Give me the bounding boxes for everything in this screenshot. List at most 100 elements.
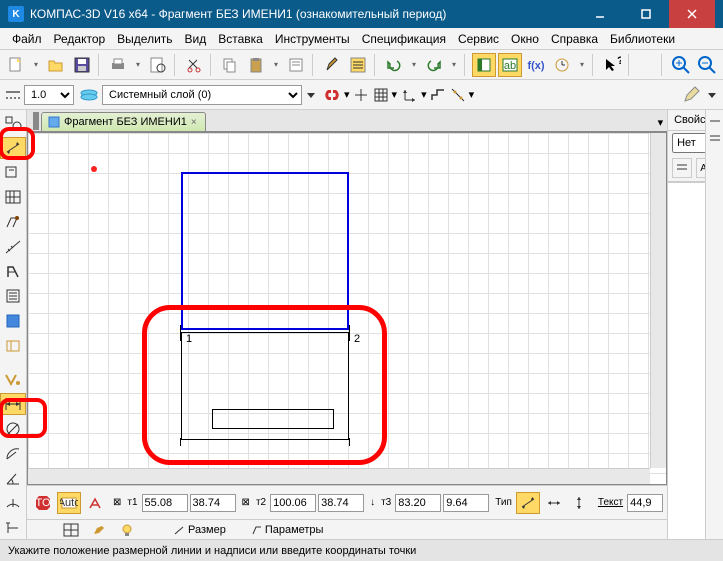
snap-dropdown[interactable]: ▾: [344, 88, 350, 101]
geom-tool[interactable]: [0, 112, 26, 134]
bt-grid-button[interactable]: [63, 523, 79, 537]
copy-button[interactable]: [218, 53, 242, 77]
paste-button[interactable]: [244, 53, 268, 77]
print-button[interactable]: [106, 53, 130, 77]
layer-select[interactable]: Системный слой (0): [102, 85, 302, 105]
undo-button[interactable]: [382, 53, 406, 77]
menu-select[interactable]: Выделить: [111, 30, 178, 48]
help-cursor-button[interactable]: ?: [600, 53, 624, 77]
hscrollbar[interactable]: [28, 468, 650, 484]
rbar-icon1[interactable]: [708, 114, 722, 128]
menu-file[interactable]: Файл: [6, 30, 48, 48]
zoom-out-button[interactable]: [695, 53, 719, 77]
undo-dropdown[interactable]: ▾: [408, 60, 420, 69]
bt-tab-params[interactable]: Параметры: [244, 522, 330, 538]
menu-libs[interactable]: Библиотеки: [604, 30, 681, 48]
new-dropdown[interactable]: ▾: [30, 60, 42, 69]
text-label[interactable]: Текст: [596, 497, 625, 508]
report-tool[interactable]: [0, 310, 26, 332]
open-button[interactable]: [44, 53, 68, 77]
dimtype1-button[interactable]: [516, 492, 540, 514]
rbar-icon2[interactable]: [708, 132, 722, 146]
arcdim-tool[interactable]: [0, 492, 26, 514]
redo-dropdown[interactable]: ▾: [448, 60, 460, 69]
snap-button[interactable]: [322, 86, 342, 104]
param-tool[interactable]: [0, 261, 26, 283]
t3x-input[interactable]: [395, 494, 441, 512]
stop-button[interactable]: STOP: [31, 492, 55, 514]
fx-button[interactable]: f(x): [524, 53, 548, 77]
edit-icon[interactable]: [681, 85, 703, 105]
lineardim-tool[interactable]: [0, 393, 26, 415]
redo-button[interactable]: [422, 53, 446, 77]
menu-edit[interactable]: Редактор: [48, 30, 112, 48]
angdim-tool[interactable]: [0, 468, 26, 490]
print-dropdown[interactable]: ▾: [132, 60, 144, 69]
menu-window[interactable]: Окно: [505, 30, 545, 48]
bt-lamp-button[interactable]: [119, 523, 135, 537]
heightdim-tool[interactable]: [0, 517, 26, 539]
vscrollbar[interactable]: [650, 133, 666, 468]
step-button[interactable]: [429, 86, 447, 104]
save-button[interactable]: [70, 53, 94, 77]
local-cs-button[interactable]: [401, 86, 419, 104]
menu-spec[interactable]: Спецификация: [356, 30, 452, 48]
coords-tool[interactable]: [0, 186, 26, 208]
raddim-tool[interactable]: [0, 443, 26, 465]
round-button[interactable]: [449, 86, 467, 104]
props-cat-button[interactable]: [672, 158, 692, 178]
t1y-input[interactable]: [190, 494, 236, 512]
t2y-input[interactable]: [318, 494, 364, 512]
doc-tab[interactable]: Фрагмент БЕЗ ИМЕНИ1 ×: [41, 112, 206, 131]
t3y-input[interactable]: [443, 494, 489, 512]
doc-tab-close[interactable]: ×: [191, 117, 197, 128]
tab-handle[interactable]: [33, 112, 39, 130]
diamdim-tool[interactable]: [0, 418, 26, 440]
bt-brush-button[interactable]: [91, 523, 107, 537]
measure-tool[interactable]: [0, 236, 26, 258]
ortho-button[interactable]: [352, 86, 370, 104]
autodim-tool[interactable]: [0, 369, 26, 391]
vars-button[interactable]: ab: [498, 53, 522, 77]
layer-icon[interactable]: [78, 86, 100, 104]
time-button[interactable]: [550, 53, 574, 77]
cut-button[interactable]: [182, 53, 206, 77]
list-button[interactable]: [346, 53, 370, 77]
time-dropdown[interactable]: ▾: [576, 60, 588, 69]
close-button[interactable]: [669, 0, 715, 28]
linestyle-icon[interactable]: [4, 86, 22, 104]
round-dropdown[interactable]: ▾: [469, 88, 475, 101]
grid-dropdown[interactable]: ▾: [392, 88, 398, 101]
tab-menu-icon[interactable]: ▾: [654, 114, 668, 131]
dimtype2-button[interactable]: [542, 492, 566, 514]
menu-help[interactable]: Справка: [545, 30, 604, 48]
menu-view[interactable]: Вид: [179, 30, 213, 48]
t2x-input[interactable]: [270, 494, 316, 512]
brush-button[interactable]: [320, 53, 344, 77]
paste-dropdown[interactable]: ▾: [270, 60, 282, 69]
dimtype3-button[interactable]: [568, 492, 592, 514]
text-input[interactable]: [627, 494, 663, 512]
insert-tool[interactable]: [0, 335, 26, 357]
layer-dd[interactable]: [304, 87, 318, 103]
dim-tool[interactable]: [0, 137, 26, 159]
menu-insert[interactable]: Вставка: [212, 30, 269, 48]
new-button[interactable]: [4, 53, 28, 77]
maximize-button[interactable]: [623, 0, 669, 28]
minimize-button[interactable]: [577, 0, 623, 28]
spec-tool[interactable]: [0, 285, 26, 307]
annotation-tool[interactable]: [0, 162, 26, 184]
edit-tool[interactable]: [0, 211, 26, 233]
preview-button[interactable]: [146, 53, 170, 77]
manager-button[interactable]: [472, 53, 496, 77]
grid-button[interactable]: [372, 86, 390, 104]
local-cs-dropdown[interactable]: ▾: [421, 88, 427, 101]
zoom-in-button[interactable]: [669, 53, 693, 77]
edit-arrow[interactable]: [705, 85, 719, 105]
menu-service[interactable]: Сервис: [452, 30, 505, 48]
t1x-input[interactable]: [142, 494, 188, 512]
bt-tab-dim[interactable]: Размер: [167, 522, 232, 538]
menu-tools[interactable]: Инструменты: [269, 30, 356, 48]
properties-button[interactable]: [284, 53, 308, 77]
thickness-select[interactable]: 1.0: [24, 85, 74, 105]
